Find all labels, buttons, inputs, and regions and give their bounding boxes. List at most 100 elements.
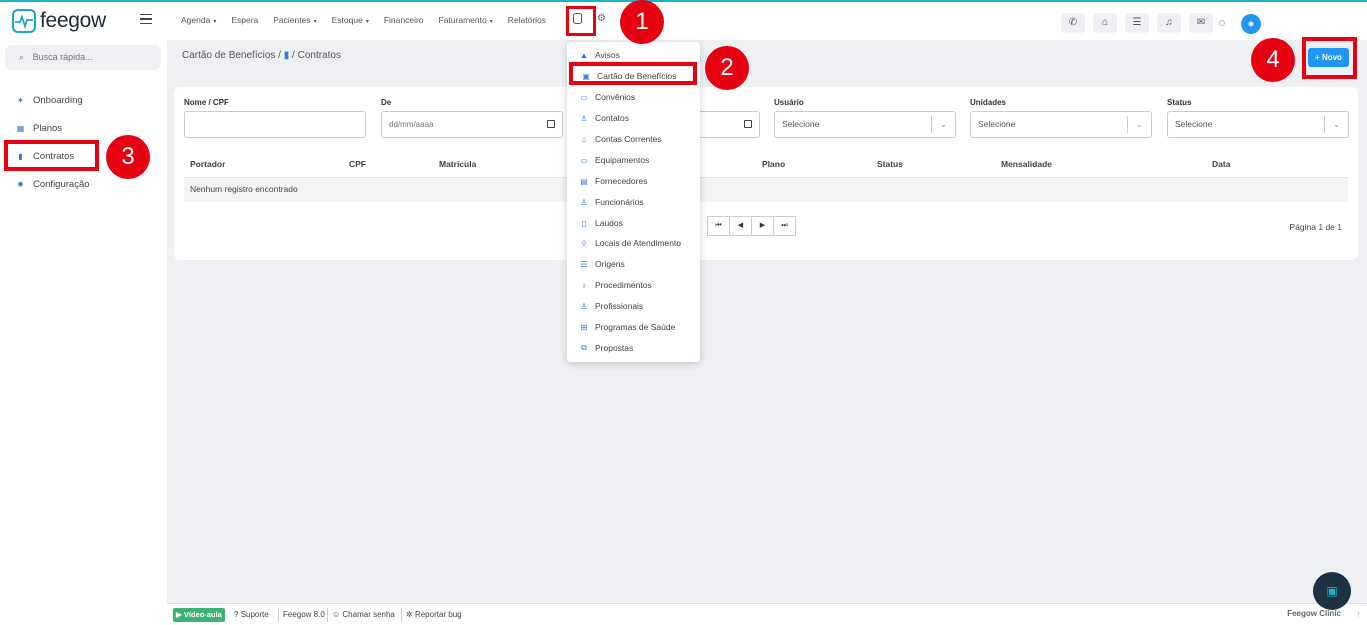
menu-item-programas-saude[interactable]: ⊞ Programas de Saúde [579,322,676,332]
menu-item-label: Programas de Saúde [595,322,676,332]
nav-financeiro[interactable]: Financeiro [384,15,424,25]
usuario-select[interactable]: Selecione ⌄ [774,111,956,138]
empty-table-row: Nenhum registro encontrado [184,178,1348,202]
column-header-status[interactable]: Status [877,159,903,169]
chat-widget-button[interactable]: ▣ [1313,572,1351,610]
menu-item-label: Convênios [595,92,636,102]
chevron-down-icon: ⌄ [1127,116,1151,133]
column-header-cpf[interactable]: CPF [349,159,366,169]
sidebar-item-label: Onboarding [33,95,83,106]
nav-espera[interactable]: Espera [231,15,258,25]
nav-faturamento[interactable]: Faturamento ▾ [439,15,493,25]
nav-label: Faturamento [438,15,487,25]
filter-label-usuario: Usuário [774,98,804,107]
menu-item-fornecedores[interactable]: ▤ Fornecedores [579,176,647,186]
user-avatar[interactable]: ● [1241,14,1261,34]
menu-item-locais-atendimento[interactable]: ◊ Locais de Atendimento [579,238,681,248]
filter-label-unidades: Unidades [970,98,1007,107]
nav-estoque[interactable]: Estoque ▾ [332,15,369,25]
select-value: Selecione [782,119,820,129]
select-value: Selecione [978,119,1016,129]
footer-divider [401,608,402,622]
menu-item-label: Propostas [595,343,634,353]
sidebar-item-onboarding[interactable]: ✦ Onboarding [16,95,83,106]
database-icon[interactable] [573,13,582,24]
chamar-senha-link[interactable]: ☺ Chamar senha [332,610,395,619]
step-badge-1: 1 [620,0,664,44]
menu-item-label: Origens [595,259,625,269]
menu-item-laudos[interactable]: ▯ Laudos [579,218,623,228]
phone-icon[interactable]: ✆ [1061,13,1085,33]
menu-item-label: Avisos [595,50,620,60]
nav-label: Estoque [331,15,363,25]
nome-cpf-input[interactable] [184,111,366,138]
list-icon[interactable]: ☰ [1125,13,1149,33]
nav-label: Espera [231,15,259,25]
column-header-portador[interactable]: Portador [190,159,225,169]
feegow-logo[interactable]: feegow [12,8,106,34]
status-select[interactable]: Selecione ⌄ [1167,111,1349,138]
bell-icon[interactable]: ♫ [1157,13,1181,33]
calendar-icon[interactable] [744,120,752,128]
reportar-bug-link[interactable]: ✲ Reportar bug [406,610,462,619]
inbox-icon[interactable]: ⌂ [1093,13,1117,33]
menu-item-contas-correntes[interactable]: ⌂ Contas Correntes [579,134,662,144]
pulse-icon [12,9,36,33]
menu-item-profissionais[interactable]: ♙ Profissionais [579,301,643,311]
menu-item-equipamentos[interactable]: ▭ Equipamentos [579,155,649,165]
sidebar-item-configuracao[interactable]: ✹ Configuração [16,179,89,190]
menu-item-label: Profissionais [595,301,644,311]
menu-item-contatos[interactable]: ♙ Contatos [579,113,629,123]
first-page-button[interactable]: ⏮ [707,216,730,236]
menu-item-label: Fornecedores [595,176,648,186]
quick-search-input[interactable]: ⌕ Busca rápida... [5,45,161,70]
column-header-data[interactable]: Data [1212,159,1230,169]
bug-icon: ✲ [406,610,413,619]
date-placeholder: dd/mm/aaaa [389,120,434,129]
menu-item-label: Equipamentos [595,155,650,165]
menu-item-avisos[interactable]: ▲ Avisos [579,50,620,60]
menu-item-propostas[interactable]: ⧉ Propostas [579,343,633,353]
step-badge-4: 4 [1251,38,1295,82]
nav-relatorios[interactable]: Relatórios [508,15,546,25]
video-aula-button[interactable]: ▶ Vídeo-aula [173,608,225,622]
help-icon: ? [234,610,239,619]
column-header-plano[interactable]: Plano [762,159,785,169]
column-header-mensalidade[interactable]: Mensalidade [1001,159,1052,169]
breadcrumb-separator: / [278,50,281,61]
chat-icon[interactable]: ✉ [1189,13,1213,33]
table-icon: ▦ [16,124,25,133]
bank-icon: ⌂ [581,134,587,144]
top-header: feegow Agenda ▾ Espera Pacientes ▾ Estoque… [0,2,1367,40]
column-header-matricula[interactable]: Matrícula [439,159,476,169]
nav-label: Agenda [181,15,211,25]
sidebar-item-planos[interactable]: ▦ Planos [16,123,62,134]
menu-item-procedimentos[interactable]: ♁ Procedimentos [579,280,652,290]
chevron-down-icon: ▾ [213,19,217,25]
menu-item-label: Contas Correntes [595,134,662,144]
chevron-down-icon: ⌄ [1324,116,1348,133]
chevron-down-icon: ▾ [489,19,493,25]
arrow-up-icon[interactable]: ↑ [1357,609,1362,619]
menu-item-label: Funcionários [595,197,644,207]
unidades-select[interactable]: Selecione ⌄ [970,111,1152,138]
nav-label: Financeiro [383,15,424,25]
next-page-button[interactable]: ▶ [751,216,774,236]
nav-agenda[interactable]: Agenda ▾ [181,15,216,25]
menu-item-origens[interactable]: ☰ Origens [579,259,625,269]
suporte-link[interactable]: ? Suporte [234,610,269,619]
chevron-down-icon: ▾ [313,19,317,25]
prev-page-button[interactable]: ◀ [729,216,752,236]
menu-item-convenios[interactable]: ▭ Convênios [579,92,635,102]
hamburger-menu-icon[interactable] [140,14,152,24]
nav-pacientes[interactable]: Pacientes ▾ [273,15,316,25]
menu-item-funcionarios[interactable]: ♙ Funcionários [579,197,644,207]
last-page-button[interactable]: ⏭ [773,216,796,236]
calendar-icon[interactable] [547,120,555,128]
main-content: Cartão de Benefícios / ▮ / Contratos + N… [167,37,1367,602]
bug-label: Reportar bug [414,610,462,619]
date-from-input[interactable]: dd/mm/aaaa [381,111,563,138]
location-pin-icon: ◊ [582,238,586,248]
breadcrumb-parent[interactable]: Cartão de Benefícios [182,50,275,61]
settings-gear-icon[interactable]: ⚙ [597,13,606,24]
